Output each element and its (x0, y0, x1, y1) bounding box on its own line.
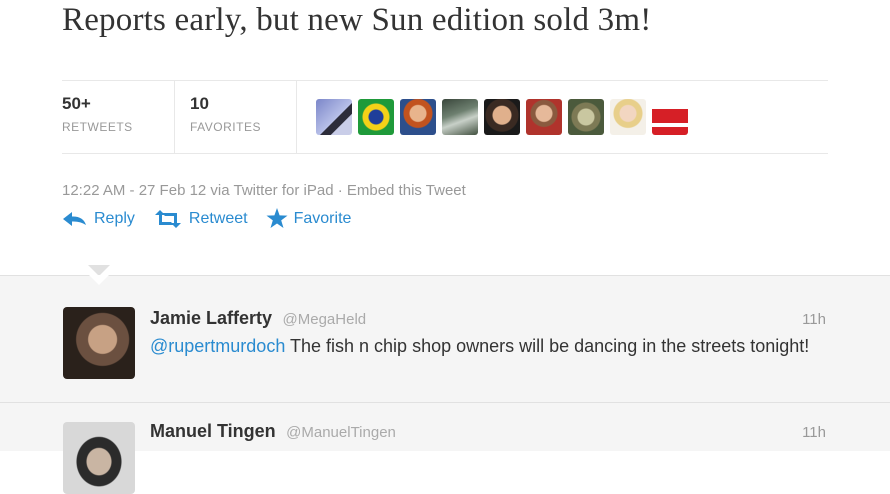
reply-text-content: The fish n chip shop owners will be danc… (285, 336, 810, 356)
tweet-stats: 50+ RETWEETS 10 FAVORITES (62, 80, 828, 154)
avatar[interactable] (358, 99, 394, 135)
favorites-label: FAVORITES (190, 120, 261, 134)
reply-icon (62, 211, 88, 227)
avatar[interactable] (63, 422, 135, 494)
reply-author-handle[interactable]: @ManuelTingen (286, 424, 396, 441)
reply-text: @rupertmurdoch The fish n chip shop owne… (150, 333, 830, 360)
avatar[interactable] (484, 99, 520, 135)
reply-author-name[interactable]: Manuel Tingen (150, 421, 276, 441)
avatar[interactable] (316, 99, 352, 135)
reply-label: Reply (94, 209, 135, 227)
reply-button[interactable]: Reply (62, 208, 135, 229)
reply-item[interactable]: Jamie Lafferty @MegaHeld 11h @rupertmurd… (0, 276, 890, 403)
retweets-stat[interactable]: 50+ RETWEETS (62, 94, 133, 134)
reply-item[interactable]: Manuel Tingen @ManuelTingen 11h (0, 403, 890, 494)
retweeter-avatars (316, 99, 688, 135)
star-icon (266, 208, 288, 229)
favorite-button[interactable]: Favorite (266, 208, 352, 229)
avatar[interactable] (526, 99, 562, 135)
avatar[interactable] (652, 99, 688, 135)
retweet-label: Retweet (188, 209, 248, 227)
retweets-label: RETWEETS (62, 120, 133, 134)
replies-list: Jamie Lafferty @MegaHeld 11h @rupertmurd… (0, 265, 890, 494)
favorite-label: Favorite (293, 209, 352, 227)
avatar[interactable] (610, 99, 646, 135)
stats-divider (296, 81, 297, 153)
avatar[interactable] (442, 99, 478, 135)
tweet-text: Reports early, but new Sun edition sold … (62, 2, 652, 38)
reply-mention[interactable]: @rupertmurdoch (150, 336, 285, 356)
reply-header: Manuel Tingen @ManuelTingen (150, 421, 396, 442)
avatar[interactable] (63, 307, 135, 379)
retweet-button[interactable]: Retweet (153, 208, 248, 229)
retweet-icon (153, 209, 183, 228)
stats-divider (174, 81, 175, 153)
avatar[interactable] (568, 99, 604, 135)
reply-header: Jamie Lafferty @MegaHeld (150, 308, 366, 329)
retweets-count: 50+ (62, 94, 91, 113)
tweet-actions: Reply Retweet Favorite (62, 208, 351, 229)
reply-author-name[interactable]: Jamie Lafferty (150, 308, 272, 328)
favorites-stat[interactable]: 10 FAVORITES (190, 94, 261, 134)
favorites-count: 10 (190, 94, 209, 113)
reply-timestamp[interactable]: 11h (802, 311, 826, 328)
avatar[interactable] (400, 99, 436, 135)
tweet-meta: 12:22 AM - 27 Feb 12 via Twitter for iPa… (62, 182, 466, 199)
reply-author-handle[interactable]: @MegaHeld (283, 311, 367, 328)
reply-timestamp[interactable]: 11h (802, 424, 826, 441)
